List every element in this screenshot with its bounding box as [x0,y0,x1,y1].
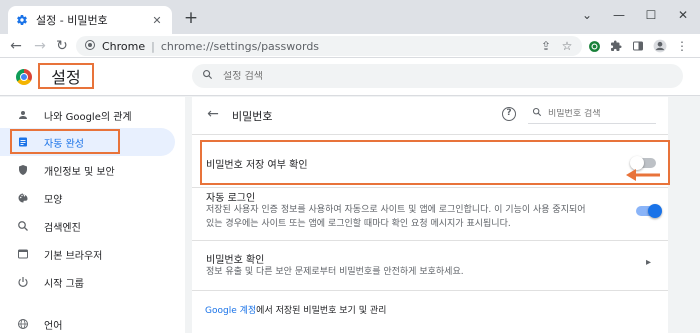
settings-search-input[interactable] [223,70,523,82]
sidebar-item-label: 시작 그룹 [44,278,84,290]
sidebar-item-label: 기본 브라우저 [44,250,103,262]
chrome-logo-icon [16,69,32,85]
divider [192,290,668,291]
sidebar-item-label: 언어 [44,320,63,332]
sidebar-item-privacy[interactable]: 개인정보 및 보안 [0,156,175,184]
person-icon [16,108,30,122]
new-tab-button[interactable]: + [181,9,201,29]
address-bar[interactable]: Chrome | chrome://settings/passwords [76,36,582,56]
auto-signin-description-2: 있는 경우에는 사이트 또는 앱에 로그인할 때마다 확인 요청 메시지가 표시… [206,219,511,229]
password-search-input[interactable] [548,108,648,119]
side-panel-icon[interactable] [628,36,648,56]
browser-toolbar: ← → ↻ Chrome | chrome://settings/passwor… [0,34,700,58]
reload-icon[interactable]: ↻ [52,36,72,56]
sidebar-item-appearance[interactable]: 모양 [0,184,175,212]
page-title: 비밀번호 [232,110,273,123]
url-origin: Chrome [102,39,146,53]
settings-page-title: 설정 [38,63,94,89]
auto-signin-description-1: 저장된 사용자 인증 정보를 사용하여 자동으로 사이트 및 앱에 로그인합니다… [206,205,586,215]
bookmark-star-icon[interactable]: ☆ [558,36,576,56]
browser-tab[interactable]: 설정 - 비밀번호 ✕ [8,6,172,34]
sidebar-item-label: 모양 [44,194,63,206]
site-info-icon[interactable] [84,39,96,54]
sidebar-item-search-engine[interactable]: 검색엔진 [0,212,175,240]
search-icon [16,219,30,233]
url-text: chrome://settings/passwords [160,39,320,53]
password-search[interactable] [528,104,656,124]
help-icon[interactable]: ? [502,107,516,121]
sidebar-item-label: 개인정보 및 보안 [44,166,115,178]
sidebar-item-label: 검색엔진 [44,222,81,234]
profile-avatar-icon[interactable] [650,36,670,56]
back-arrow-icon[interactable]: ← [204,106,222,122]
password-manager-icon[interactable] [584,36,604,56]
tab-strip: 설정 - 비밀번호 ✕ + ⌄ — ☐ ✕ [0,0,700,34]
browser-icon [16,247,30,261]
globe-icon [16,317,30,331]
highlight-box-autofill [10,129,120,154]
check-passwords-label[interactable]: 비밀번호 확인 [206,251,264,266]
auto-signin-label: 자동 로그인 [206,193,256,204]
close-window-button[interactable]: ✕ [668,4,698,26]
manage-rest-text: 에서 저장된 비밀번호 보기 및 관리 [256,306,387,316]
shield-icon [16,163,30,177]
sidebar-item-you-and-google[interactable]: 나와 Google의 관계 [0,101,175,129]
divider [192,240,668,241]
sidebar-item-languages[interactable]: 언어 [0,310,175,333]
check-passwords-description: 정보 유출 및 다른 보안 문제로부터 비밀번호를 안전하게 보호하세요. [206,267,464,277]
extensions-icon[interactable] [606,36,626,56]
tab-search-icon[interactable]: ⌄ [572,4,602,26]
chevron-right-icon[interactable]: ▸ [646,257,651,268]
url-separator: | [151,39,155,53]
palette-icon [16,191,30,205]
settings-search[interactable] [192,64,683,88]
divider [192,134,668,135]
sidebar-item-label: 나와 Google의 관계 [44,111,132,123]
settings-gear-icon [16,14,28,26]
forward-icon[interactable]: → [30,36,50,56]
search-icon [202,69,213,83]
toggle-knob [648,204,662,218]
sidebar-item-on-startup[interactable]: 시작 그룹 [0,268,175,296]
google-account-link[interactable]: Google 계정 [205,306,256,316]
tab-close-icon[interactable]: ✕ [150,14,164,27]
back-icon[interactable]: ← [6,36,26,56]
minimize-button[interactable]: — [604,4,634,26]
share-icon[interactable]: ⇪ [537,36,555,56]
divider [192,187,668,188]
menu-more-icon[interactable]: ⋮ [672,36,692,56]
sidebar-item-default-browser[interactable]: 기본 브라우저 [0,240,175,268]
manage-in-google-account: Google 계정에서 저장된 비밀번호 보기 및 관리 [205,303,386,316]
highlight-box-offer-to-save [200,140,670,185]
search-icon [532,107,542,120]
maximize-button[interactable]: ☐ [636,4,666,26]
power-icon [16,275,30,289]
tab-title: 설정 - 비밀번호 [36,14,108,27]
auto-signin-toggle[interactable] [636,204,662,218]
